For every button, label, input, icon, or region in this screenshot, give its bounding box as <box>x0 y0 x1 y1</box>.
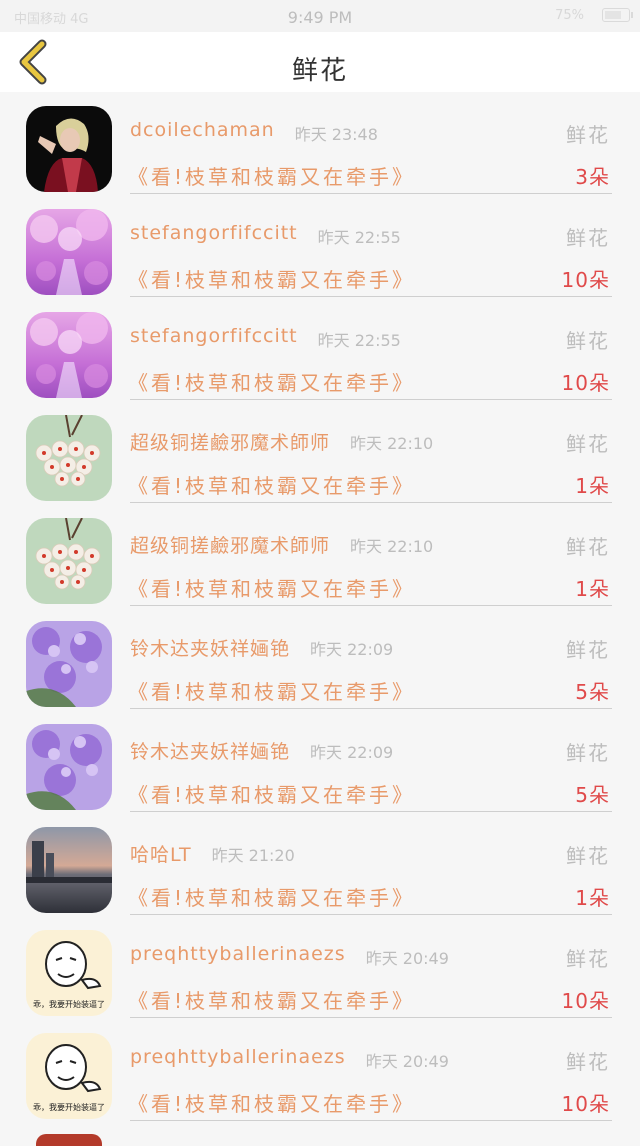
gift-type: 鲜花 <box>566 226 610 250</box>
avatar[interactable] <box>26 209 112 295</box>
post-title-link[interactable]: 《看!枝草和枝霸又在牵手》 <box>128 161 415 190</box>
username[interactable]: 超级铜搓鹼邪魔术師师 <box>130 531 330 558</box>
list-item[interactable]: 超级铜搓鹼邪魔术師师 昨天 22:10 鲜花《看!枝草和枝霸又在牵手》 1朵 <box>0 398 640 503</box>
page-title: 鲜花 <box>291 56 348 86</box>
avatar[interactable] <box>26 415 112 501</box>
flower-count: 10朵 <box>561 989 610 1013</box>
username[interactable]: stefangorfifccitt <box>130 325 298 347</box>
list-item[interactable]: dcoilechaman 昨天 23:48 鲜花《看!枝草和枝霸又在牵手》 3朵 <box>0 90 640 194</box>
flower-count: 10朵 <box>561 1092 610 1116</box>
post-title-link[interactable]: 《看!枝草和枝霸又在牵手》 <box>128 573 415 602</box>
flower-count: 5朵 <box>575 783 610 807</box>
hoya-flower-icon <box>26 518 112 604</box>
post-title-link[interactable]: 《看!枝草和枝霸又在牵手》 <box>128 264 415 293</box>
woman-icon <box>26 106 112 192</box>
username[interactable]: preqhttyballerinaezs <box>130 1046 346 1068</box>
avatar[interactable]: 乖，我要开始装逼了 <box>26 1033 112 1119</box>
post-title-link[interactable]: 《看!枝草和枝霸又在牵手》 <box>128 882 415 911</box>
timestamp: 昨天 22:10 <box>350 537 434 556</box>
timestamp: 昨天 22:09 <box>310 640 394 659</box>
flower-count: 5朵 <box>575 680 610 704</box>
gift-type: 鲜花 <box>566 947 610 971</box>
list-item[interactable]: 哈哈LT 昨天 21:20 鲜花《看!枝草和枝霸又在牵手》 1朵 <box>0 810 640 915</box>
avatar[interactable] <box>26 312 112 398</box>
lilac-icon <box>26 724 112 810</box>
timestamp: 昨天 20:49 <box>365 949 449 968</box>
list-item[interactable]: 铃木达夹妖祥婳铯 昨天 22:09 鲜花《看!枝草和枝霸又在牵手》 5朵 <box>0 604 640 709</box>
flower-count: 1朵 <box>575 474 610 498</box>
timestamp: 昨天 20:49 <box>365 1052 449 1071</box>
list-item[interactable]: 乖，我要开始装逼了 preqhttyballerinaezs 昨天 20:49 鲜花《… <box>0 913 640 1018</box>
post-title-link[interactable]: 《看!枝草和枝霸又在牵手》 <box>128 470 415 499</box>
gift-type: 鲜花 <box>566 535 610 559</box>
timestamp: 昨天 22:55 <box>317 228 401 247</box>
avatar[interactable] <box>26 827 112 913</box>
lilac-icon <box>26 621 112 707</box>
avatar[interactable] <box>26 724 112 810</box>
post-title-link[interactable]: 《看!枝草和枝霸又在牵手》 <box>128 779 415 808</box>
hoya-flower-icon <box>26 415 112 501</box>
gift-type: 鲜花 <box>566 329 610 353</box>
avatar-caption: 乖，我要开始装逼了 <box>33 1103 105 1112</box>
flower-count: 10朵 <box>561 268 610 292</box>
timestamp: 昨天 22:10 <box>350 434 434 453</box>
list-item[interactable]: stefangorfifccitt 昨天 22:55 鲜花《看!枝草和枝霸又在牵手》… <box>0 192 640 297</box>
timestamp: 昨天 23:48 <box>294 125 378 144</box>
flower-count: 1朵 <box>575 886 610 910</box>
gift-type: 鲜花 <box>566 844 610 868</box>
avatar[interactable] <box>26 106 112 192</box>
status-bar: 中国移动 4G 9:49 PM 75% <box>0 0 640 32</box>
username[interactable]: 超级铜搓鹼邪魔术師师 <box>130 428 330 455</box>
timestamp: 昨天 22:09 <box>310 743 394 762</box>
status-time: 9:49 PM <box>287 8 353 27</box>
battery-percent: 75% <box>555 8 584 23</box>
avatar-caption: 乖，我要开始装逼了 <box>33 1000 105 1009</box>
avatar[interactable] <box>26 621 112 707</box>
post-title-link[interactable]: 《看!枝草和枝霸又在牵手》 <box>128 367 415 396</box>
avatar[interactable] <box>26 518 112 604</box>
username[interactable]: 哈哈LT <box>130 840 192 867</box>
flower-count: 10朵 <box>561 371 610 395</box>
gift-type: 鲜花 <box>566 123 610 147</box>
navigation-bar: 鲜花 <box>0 32 640 92</box>
list-item[interactable]: 超级铜搓鹼邪魔术師师 昨天 22:10 鲜花《看!枝草和枝霸又在牵手》 1朵 <box>0 501 640 606</box>
avatar[interactable]: 乖，我要开始装逼了 <box>26 930 112 1016</box>
flower-count: 1朵 <box>575 577 610 601</box>
gift-type: 鲜花 <box>566 432 610 456</box>
pink-blossom-icon <box>26 312 112 398</box>
username[interactable]: dcoilechaman <box>130 119 275 141</box>
post-title-link[interactable]: 《看!枝草和枝霸又在牵手》 <box>128 676 415 705</box>
row-divider <box>130 1120 612 1121</box>
post-title-link[interactable]: 《看!枝草和枝霸又在牵手》 <box>128 985 415 1014</box>
username[interactable]: stefangorfifccitt <box>130 222 298 244</box>
timestamp: 昨天 21:20 <box>211 846 295 865</box>
list-item[interactable]: 乖，我要开始装逼了 preqhttyballerinaezs 昨天 20:49 鲜花《… <box>0 1016 640 1121</box>
username[interactable]: 铃木达夹妖祥婳铯 <box>130 634 290 661</box>
post-title-link[interactable]: 《看!枝草和枝霸又在牵手》 <box>128 1088 415 1117</box>
battery-icon <box>602 8 633 22</box>
sunset-city-icon <box>26 827 112 913</box>
list-item[interactable]: stefangorfifccitt 昨天 22:55 鲜花《看!枝草和枝霸又在牵手》… <box>0 295 640 400</box>
next-avatar-peek <box>36 1134 102 1146</box>
timestamp: 昨天 22:55 <box>317 331 401 350</box>
username[interactable]: 铃木达夹妖祥婳铯 <box>130 737 290 764</box>
gift-type: 鲜花 <box>566 1050 610 1074</box>
pink-blossom-icon <box>26 209 112 295</box>
gift-type: 鲜花 <box>566 741 610 765</box>
list-item[interactable]: 铃木达夹妖祥婳铯 昨天 22:09 鲜花《看!枝草和枝霸又在牵手》 5朵 <box>0 707 640 812</box>
flower-gift-list[interactable]: dcoilechaman 昨天 23:48 鲜花 《看!枝草和枝霸又在牵手》 3朵 st… <box>0 90 640 1138</box>
flower-count: 3朵 <box>575 165 610 189</box>
username[interactable]: preqhttyballerinaezs <box>130 943 346 965</box>
gift-type: 鲜花 <box>566 638 610 662</box>
